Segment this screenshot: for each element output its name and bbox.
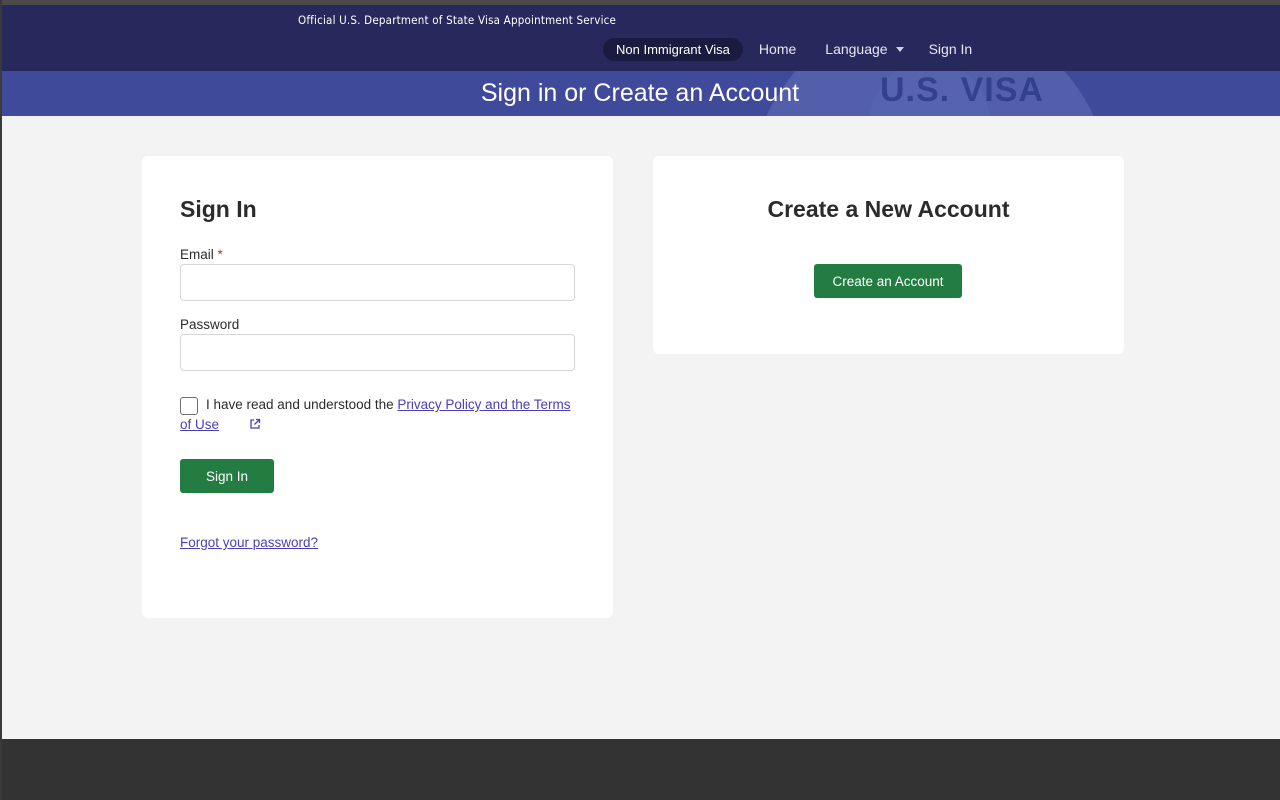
- nav-home[interactable]: Home: [759, 41, 796, 57]
- nav-sign-in[interactable]: Sign In: [929, 41, 973, 57]
- official-service-text: Official U.S. Department of State Visa A…: [298, 13, 617, 27]
- password-label: Password: [180, 317, 240, 332]
- nav-non-immigrant-visa[interactable]: Non Immigrant Visa: [603, 37, 743, 61]
- nav-home-label: Home: [758, 41, 797, 57]
- nav-sign-in-label: Sign In: [928, 41, 973, 57]
- main-nav: Non Immigrant Visa Home Language Sign In: [603, 37, 973, 61]
- nav-language-label: Language: [825, 41, 888, 57]
- consent-prefix: I have read and understood the: [206, 397, 398, 412]
- consent-text: I have read and understood the Privacy P…: [180, 395, 580, 436]
- password-field[interactable]: [180, 334, 575, 371]
- sign-in-button[interactable]: Sign In: [180, 459, 274, 493]
- sign-in-heading: Sign In: [180, 196, 257, 222]
- external-link-icon: [223, 416, 261, 436]
- create-account-button[interactable]: Create an Account: [814, 264, 962, 298]
- site-footer: [0, 739, 1280, 800]
- page-banner: U.S. VISA Sign in or Create an Account: [0, 71, 1280, 116]
- left-edge: [0, 0, 2, 800]
- caret-down-icon: [895, 46, 904, 52]
- email-field[interactable]: [180, 264, 575, 301]
- required-asterisk: *: [217, 247, 223, 262]
- forgot-password-link[interactable]: Forgot your password?: [180, 535, 318, 550]
- page-title: Sign in or Create an Account: [480, 79, 800, 107]
- email-label-text: Email: [180, 247, 214, 262]
- create-account-card: Create a New Account Create an Account: [653, 156, 1124, 354]
- site-header: Official U.S. Department of State Visa A…: [0, 5, 1280, 71]
- sign-in-card: Sign In Email * Password I have read and…: [142, 156, 613, 618]
- nav-language-dropdown[interactable]: Language: [825, 41, 904, 57]
- create-account-heading: Create a New Account: [767, 196, 1010, 222]
- email-label: Email *: [180, 247, 223, 262]
